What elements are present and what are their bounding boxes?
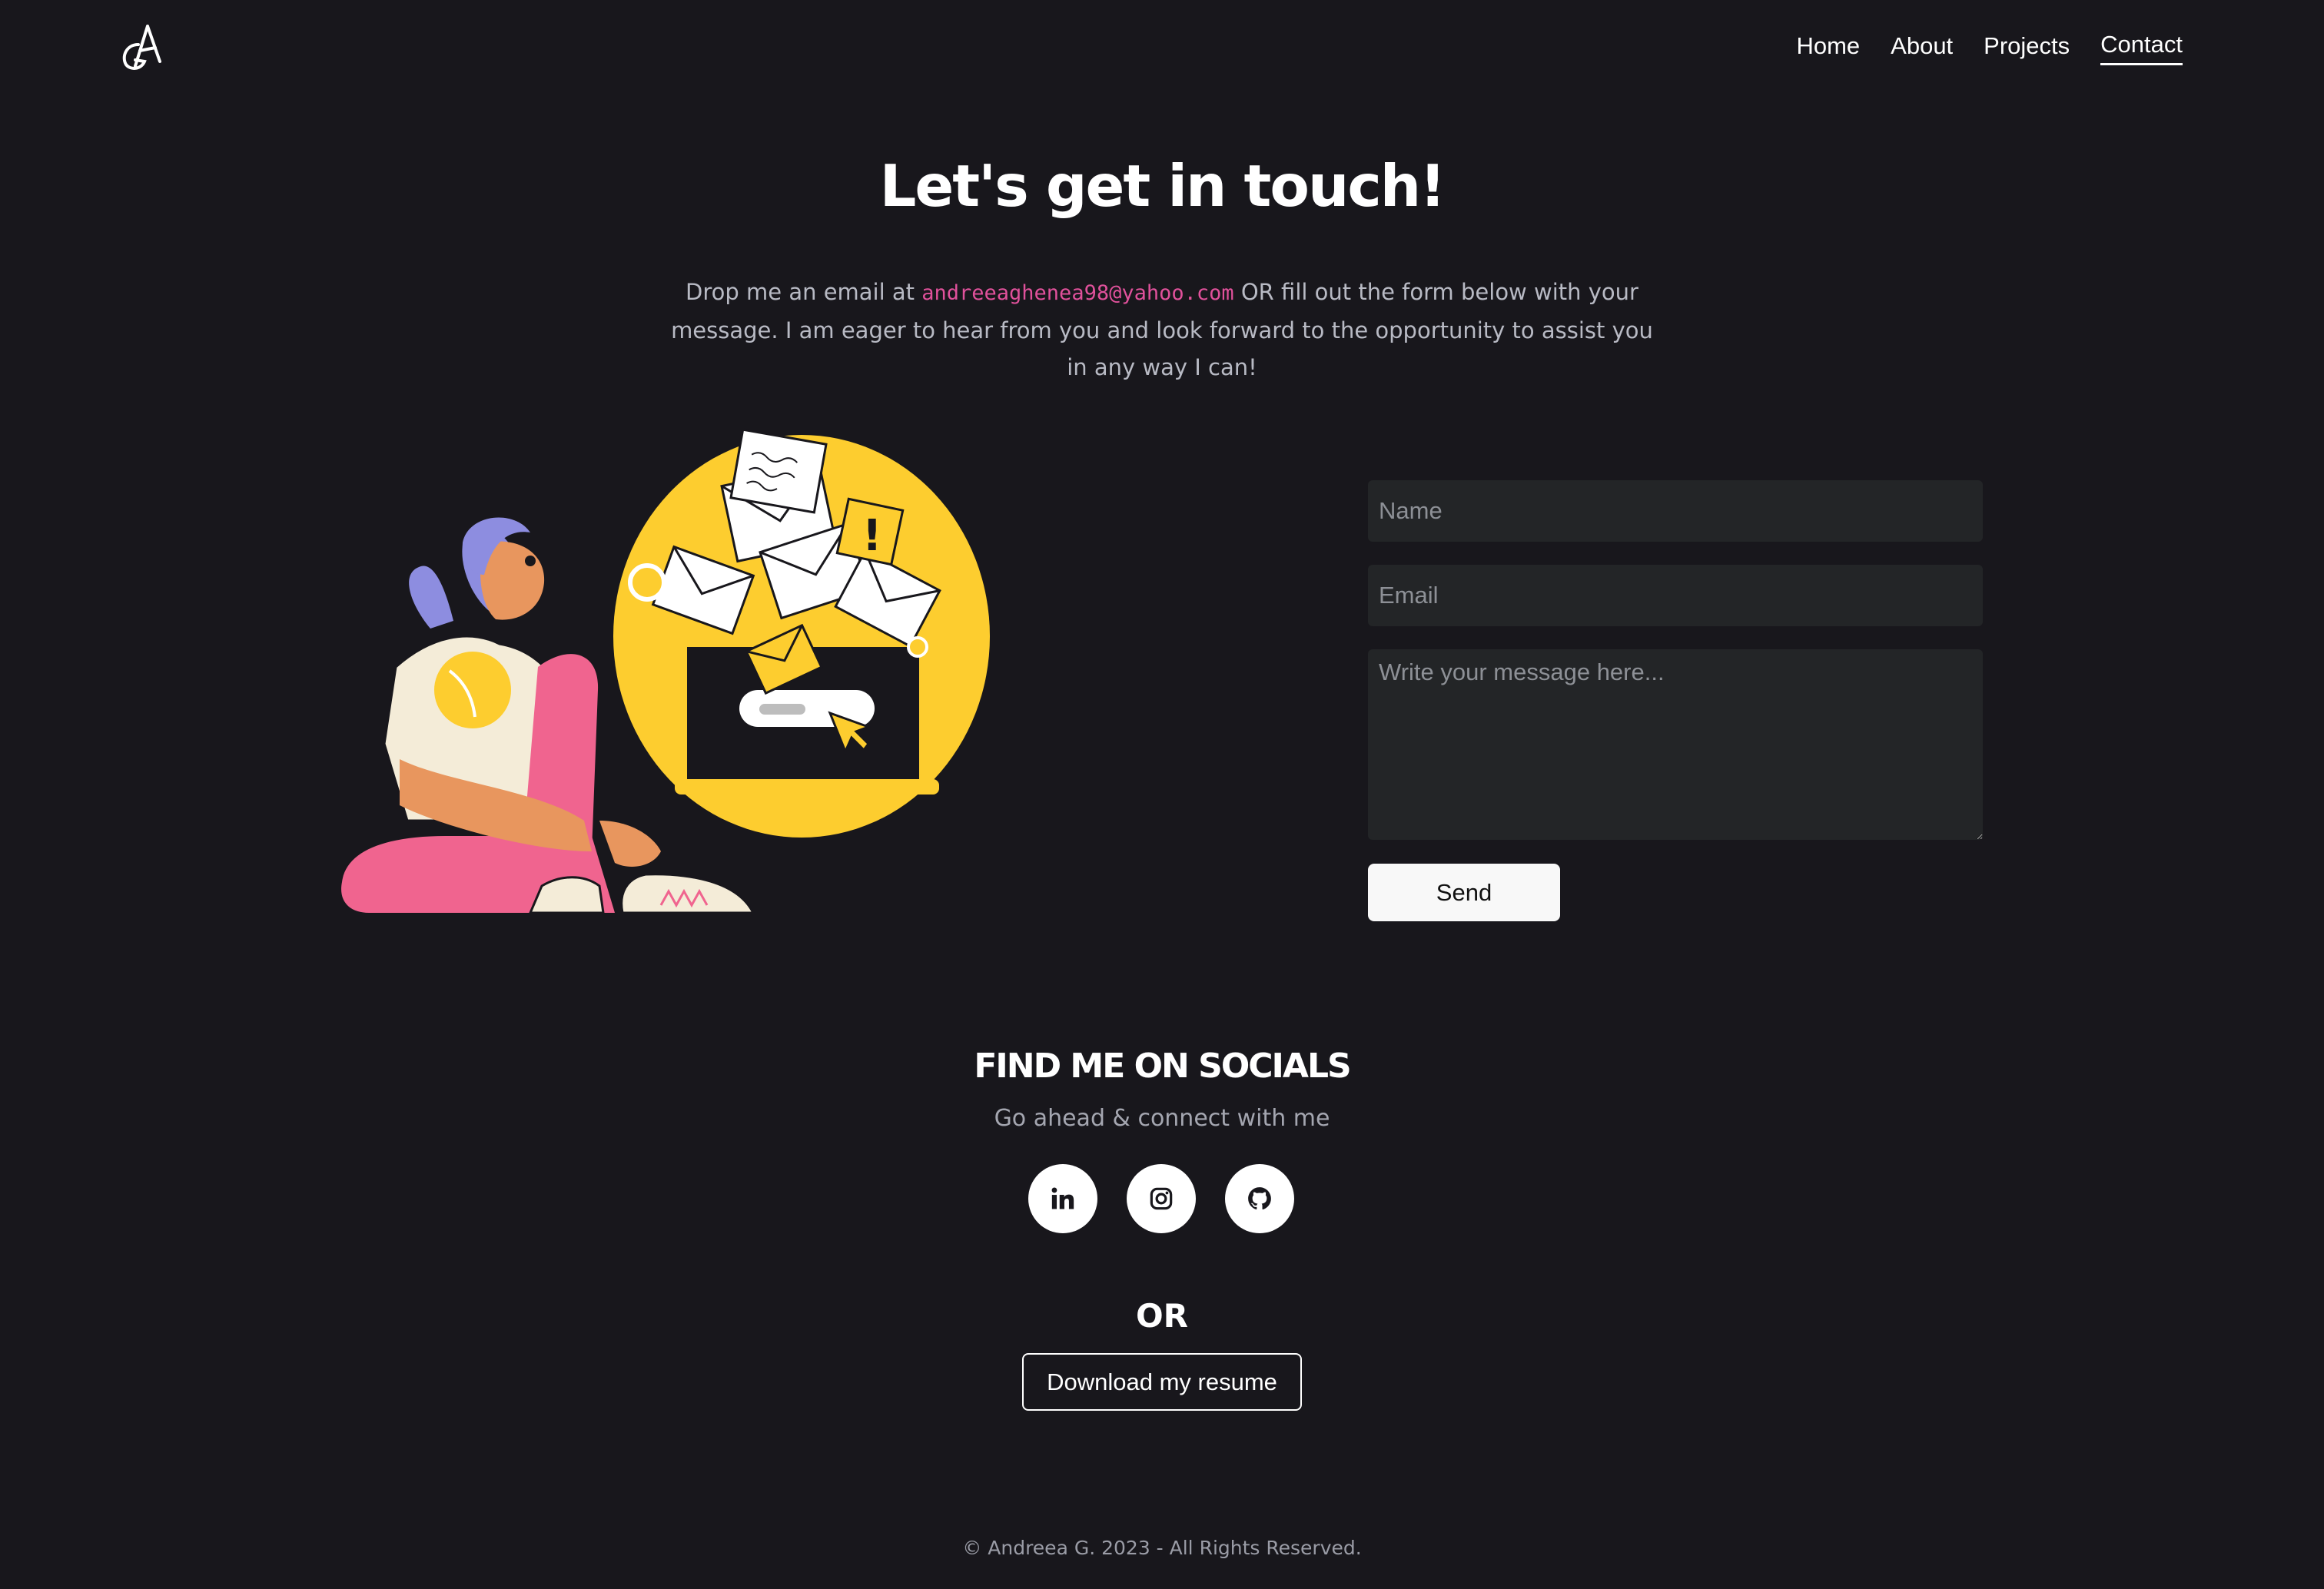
instagram-icon (1150, 1187, 1173, 1210)
github-button[interactable] (1225, 1164, 1294, 1233)
name-input[interactable] (1368, 480, 1983, 542)
or-label: OR (1135, 1297, 1189, 1335)
intro-before: Drop me an email at (686, 279, 922, 305)
page-title: Let's get in touch! (879, 152, 1446, 220)
nav-about-link[interactable]: About (1891, 32, 1953, 65)
nav-home-link[interactable]: Home (1796, 32, 1860, 65)
email-link[interactable]: andreeaghenea98@yahoo.com (921, 281, 1233, 305)
email-input[interactable] (1368, 565, 1983, 626)
message-textarea[interactable] (1368, 649, 1983, 840)
nav-projects-link[interactable]: Projects (1984, 32, 2070, 65)
intro-text: Drop me an email at andreeaghenea98@yaho… (662, 274, 1662, 386)
socials-subtitle: Go ahead & connect with me (994, 1105, 1330, 1132)
send-button[interactable]: Send (1368, 864, 1560, 921)
download-resume-button[interactable]: Download my resume (1022, 1353, 1302, 1411)
github-icon (1248, 1187, 1271, 1210)
logo-icon[interactable] (118, 22, 164, 72)
contact-illustration: ! (341, 428, 990, 914)
linkedin-icon (1051, 1187, 1074, 1209)
svg-text:!: ! (862, 511, 882, 561)
linkedin-button[interactable] (1028, 1164, 1097, 1233)
main-nav: Home About Projects Contact (1796, 31, 2183, 65)
socials-title: FIND ME ON SOCIALS (974, 1047, 1351, 1086)
instagram-button[interactable] (1127, 1164, 1196, 1233)
nav-contact-link[interactable]: Contact (2100, 31, 2183, 65)
footer-copyright: © Andreea G. 2023 - All Rights Reserved. (962, 1537, 1362, 1559)
